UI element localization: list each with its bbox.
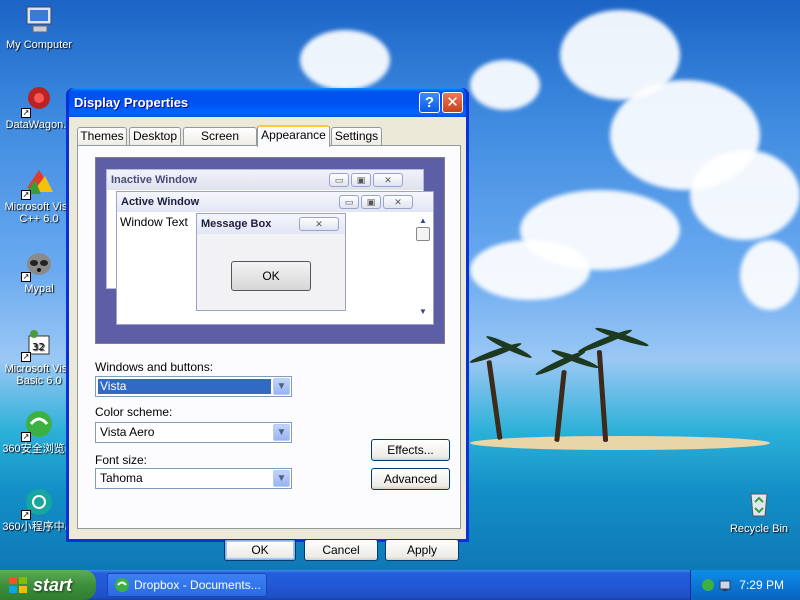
maximize-icon: ▣	[361, 195, 381, 209]
network-tray-icon[interactable]	[718, 578, 732, 592]
mypal-raccoon-icon: ↗	[21, 248, 55, 282]
scroll-down-icon: ▼	[419, 307, 427, 316]
tab-themes[interactable]: Themes	[77, 127, 127, 146]
help-icon: ?	[424, 94, 435, 111]
tab-screen-saver[interactable]: Screen Saver	[183, 127, 257, 160]
system-tray: 7:29 PM	[690, 570, 800, 600]
cancel-button[interactable]: Cancel	[304, 539, 378, 561]
maximize-icon: ▣	[351, 173, 371, 187]
360-browser-tray-icon[interactable]	[701, 578, 715, 592]
desktop-icon-my-computer[interactable]: My Computer	[0, 4, 78, 51]
shortcut-arrow-icon: ↗	[21, 432, 31, 442]
windows-buttons-value: Vista	[98, 379, 271, 394]
preview-message-box: Message Box ✕ OK	[196, 213, 346, 311]
font-size-label: Font size:	[95, 453, 148, 467]
window-titlebar[interactable]: Display Properties ? ✕	[69, 88, 466, 117]
windows-buttons-label: Windows and buttons:	[95, 360, 214, 374]
appearance-preview: Inactive Window ▭ ▣ ✕ Active Window ▭ ▣ …	[95, 157, 445, 344]
tab-settings[interactable]: Settings	[331, 127, 382, 146]
360-miniprogram-icon: ↗	[21, 486, 55, 520]
desktop-icon-label: Recycle Bin	[729, 523, 789, 535]
font-size-value: Tahoma	[100, 471, 143, 485]
chevron-down-icon[interactable]: ▼	[273, 470, 290, 487]
shortcut-arrow-icon: ↗	[21, 510, 31, 520]
font-size-select[interactable]: Tahoma ▼	[95, 468, 292, 489]
ok-button[interactable]: OK	[224, 539, 296, 561]
preview-window-text: Window Text	[120, 215, 188, 229]
start-label: start	[33, 575, 73, 595]
close-icon: ✕	[299, 217, 339, 231]
preview-scrollbar: ▲ ▼	[415, 216, 431, 316]
windows-buttons-select[interactable]: Vista ▼	[95, 376, 292, 397]
taskbar: start Dropbox - Documents... 7:29 PM	[0, 570, 800, 600]
scroll-up-icon: ▲	[419, 216, 427, 225]
tab-appearance[interactable]: Appearance	[257, 125, 330, 147]
advanced-button[interactable]: Advanced	[371, 468, 450, 490]
color-scheme-value: Vista Aero	[100, 425, 155, 439]
shortcut-arrow-icon: ↗	[21, 190, 31, 200]
scroll-thumb	[416, 227, 430, 241]
color-scheme-label: Color scheme:	[95, 405, 173, 419]
display-properties-window: Display Properties ? ✕ Themes Desktop Sc…	[66, 88, 469, 561]
close-button[interactable]: ✕	[442, 92, 463, 113]
visual-cpp-icon: ↗	[21, 166, 55, 200]
chevron-down-icon[interactable]: ▼	[273, 378, 290, 395]
preview-active-controls: ▭ ▣ ✕	[339, 195, 413, 209]
preview-ok-button: OK	[231, 261, 311, 291]
apply-button[interactable]: Apply	[385, 539, 459, 561]
windows-logo-icon	[9, 577, 27, 593]
shortcut-arrow-icon: ↗	[21, 108, 31, 118]
360-browser-icon	[115, 578, 129, 592]
close-icon: ✕	[373, 173, 403, 187]
taskbar-item-dropbox[interactable]: Dropbox - Documents...	[107, 573, 267, 597]
effects-button[interactable]: Effects...	[371, 439, 450, 461]
appearance-tab-panel: Inactive Window ▭ ▣ ✕ Active Window ▭ ▣ …	[77, 145, 461, 529]
preview-inactive-controls: ▭ ▣ ✕	[329, 173, 403, 187]
computer-icon	[23, 4, 55, 36]
minimize-icon: ▭	[329, 173, 349, 187]
desktop-icon-recycle-bin[interactable]: Recycle Bin	[720, 488, 798, 535]
minimize-icon: ▭	[339, 195, 359, 209]
chevron-down-icon[interactable]: ▼	[273, 424, 290, 441]
help-button[interactable]: ?	[419, 92, 440, 113]
visual-basic-icon: 32 ↗	[21, 328, 55, 362]
shortcut-arrow-icon: ↗	[21, 272, 31, 282]
tab-desktop[interactable]: Desktop	[129, 127, 181, 146]
datawagon-icon: ↗	[21, 84, 55, 118]
clock[interactable]: 7:29 PM	[739, 578, 784, 592]
desktop-icon-label: My Computer	[5, 39, 73, 51]
color-scheme-select[interactable]: Vista Aero ▼	[95, 422, 292, 443]
taskbar-item-label: Dropbox - Documents...	[134, 578, 261, 592]
window-client-area: Themes Desktop Screen Saver Appearance S…	[69, 117, 466, 561]
window-title: Display Properties	[74, 95, 189, 110]
close-icon: ✕	[383, 195, 413, 209]
svg-text:32: 32	[32, 342, 45, 353]
preview-message-controls: ✕	[299, 217, 339, 231]
360-browser-icon: ↗	[21, 408, 55, 442]
start-button[interactable]: start	[0, 570, 96, 600]
recycle-bin-icon	[743, 488, 775, 520]
close-icon: ✕	[446, 94, 459, 111]
shortcut-arrow-icon: ↗	[21, 352, 31, 362]
